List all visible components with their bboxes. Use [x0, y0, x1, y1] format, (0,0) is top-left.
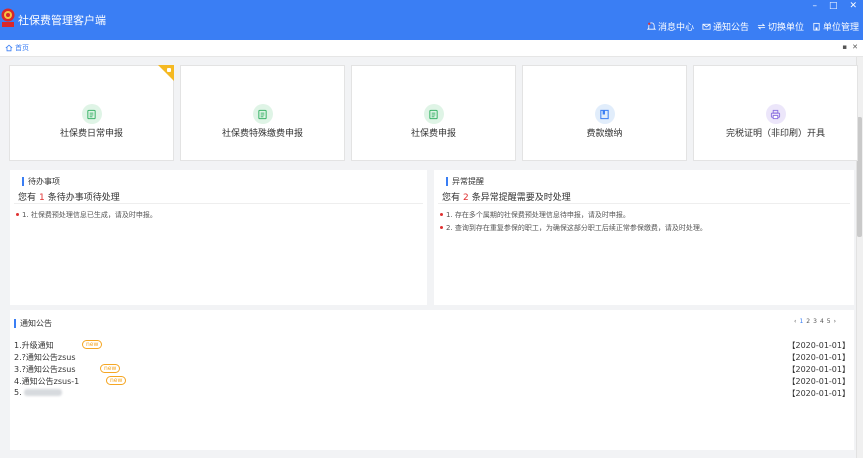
- card-icon-wrap: [252, 104, 273, 124]
- card-label: 社保费特殊缴费申报: [221, 129, 303, 139]
- notice-title: 1.升级通知: [14, 341, 54, 350]
- book-icon: [600, 109, 609, 119]
- panel-title: 待办事项: [22, 176, 60, 187]
- nav-label: 消息中心: [657, 23, 694, 33]
- alerts-panel: 异常提醒 您有 2 条异常提醒需要及时处理 1. 存在多个属期的社保费预处理信息待申…: [434, 170, 854, 305]
- pager-page[interactable]: 2: [806, 318, 810, 325]
- switch-icon: [757, 23, 766, 30]
- tab-home[interactable]: 首页: [5, 43, 29, 53]
- tab-home-label: 首页: [15, 44, 29, 52]
- document-icon: [87, 109, 96, 119]
- card-payment[interactable]: 费款缴纳: [522, 65, 687, 161]
- card-daily-declaration[interactable]: 社保费日常申报: [9, 65, 174, 161]
- notice-date: 【2020-01-01】: [787, 341, 851, 350]
- todo-count: 1: [39, 193, 45, 203]
- maximize-button[interactable]: □: [829, 1, 838, 11]
- card-corner-dot: [167, 68, 171, 72]
- notice-date: 【2020-01-01】: [787, 353, 851, 362]
- notice-date: 【2020-01-01】: [787, 377, 851, 386]
- notice-title: 5.: [14, 388, 62, 397]
- card-label: 社保费日常申报: [59, 129, 123, 139]
- card-special-declaration[interactable]: 社保费特殊缴费申报: [180, 65, 345, 161]
- pager-page[interactable]: 3: [813, 318, 817, 325]
- nav-label: 通知公告: [712, 23, 749, 33]
- new-badge: new: [100, 364, 121, 373]
- close-button[interactable]: ✕: [849, 1, 857, 11]
- title-bar: 社保费管理客户端 – □ ✕ 消息中心 通知公告 切换单位 单位管理: [0, 0, 863, 40]
- nav-label: 切换单位: [767, 23, 804, 33]
- notice-item[interactable]: 3.?通知公告zsus new 【2020-01-01】: [14, 364, 850, 376]
- alerts-count: 2: [463, 193, 469, 203]
- emblem-logo: [1, 8, 15, 27]
- minimize-button[interactable]: –: [812, 1, 817, 11]
- card-label: 完税证明（非印刷）开具: [725, 129, 825, 139]
- card-icon-wrap: [594, 104, 615, 124]
- pagination: ‹ 1 2 3 4 5 ›: [794, 318, 836, 325]
- redacted-text: [23, 389, 62, 396]
- tab-close-icon[interactable]: ✕: [852, 43, 858, 51]
- notice-item[interactable]: 2.?通知公告zsus 【2020-01-01】: [14, 352, 850, 364]
- app-title: 社保费管理客户端: [18, 14, 106, 27]
- alerts-summary: 您有 2 条异常提醒需要及时处理: [442, 193, 571, 203]
- alert-item[interactable]: 2. 查询到存在重复参保的职工，为确保这部分职工后续正常参保缴费，请及时处理。: [440, 221, 707, 234]
- notice-item[interactable]: 4.通知公告zsus-1 new 【2020-01-01】: [14, 376, 850, 388]
- card-icon-wrap: [423, 104, 444, 124]
- card-icon-wrap: [81, 104, 102, 124]
- notice-item[interactable]: 5. 【2020-01-01】: [14, 388, 850, 400]
- bell-icon: [646, 22, 656, 30]
- notice-item[interactable]: 1.升级通知 new 【2020-01-01】: [14, 340, 850, 352]
- building-icon: [813, 22, 820, 31]
- nav-label: 单位管理: [822, 23, 859, 33]
- pager-page[interactable]: 5: [827, 318, 831, 325]
- home-icon: [5, 44, 13, 52]
- card-icon-wrap: [765, 104, 786, 124]
- pager-page[interactable]: 4: [820, 318, 824, 325]
- bullet-dot-icon: [440, 213, 443, 216]
- panel-title: 通知公告: [14, 318, 52, 329]
- nav-notices[interactable]: 通知公告: [702, 20, 749, 33]
- nav-message-center[interactable]: 消息中心: [646, 20, 694, 33]
- notice-date: 【2020-01-01】: [787, 389, 851, 398]
- bullet-dot-icon: [16, 213, 19, 216]
- quick-action-cards: 社保费日常申报 社保费特殊缴费申报 社保费申报 费款缴纳 完税证明（非印刷）开具: [9, 65, 858, 161]
- todo-summary: 您有 1 条待办事项待处理: [18, 193, 120, 203]
- document-icon: [258, 109, 267, 119]
- card-label: 费款缴纳: [586, 129, 623, 139]
- new-badge: new: [82, 340, 103, 349]
- mail-icon: [702, 23, 711, 30]
- todo-item[interactable]: 1. 社保费预处理信息已生成，请及时申报。: [16, 208, 157, 221]
- notice-title: 4.通知公告zsus-1: [14, 377, 80, 386]
- panel-title: 异常提醒: [446, 176, 484, 187]
- card-declaration[interactable]: 社保费申报: [351, 65, 516, 161]
- printer-icon: [770, 109, 781, 119]
- pager-page[interactable]: 1: [799, 318, 803, 325]
- tab-bar: 首页 ▪ ✕: [0, 40, 863, 57]
- card-label: 社保费申报: [410, 129, 456, 139]
- nav-switch-unit[interactable]: 切换单位: [757, 20, 804, 33]
- tab-pin-icon[interactable]: ▪: [842, 43, 847, 51]
- notices-panel: 通知公告 ‹ 1 2 3 4 5 › 1.升级通知 new 【2020-01-0…: [10, 310, 854, 450]
- notice-title: 2.?通知公告zsus: [14, 353, 76, 362]
- notice-date: 【2020-01-01】: [787, 365, 851, 374]
- pager-next[interactable]: ›: [834, 318, 836, 325]
- card-tax-certificate[interactable]: 完税证明（非印刷）开具: [693, 65, 858, 161]
- document-icon: [429, 109, 438, 119]
- alert-item[interactable]: 1. 存在多个属期的社保费预处理信息待申报，请及时申报。: [440, 208, 707, 221]
- todo-panel: 待办事项 您有 1 条待办事项待处理 1. 社保费预处理信息已生成，请及时申报。: [10, 170, 427, 305]
- notice-list: 1.升级通知 new 【2020-01-01】 2.?通知公告zsus 【202…: [14, 340, 850, 400]
- new-badge: new: [106, 376, 127, 385]
- notice-title: 3.?通知公告zsus: [14, 365, 76, 374]
- pager-prev[interactable]: ‹: [794, 318, 796, 325]
- nav-unit-management[interactable]: 单位管理: [812, 20, 859, 33]
- card-corner-flag: [158, 65, 174, 81]
- bullet-dot-icon: [440, 226, 443, 229]
